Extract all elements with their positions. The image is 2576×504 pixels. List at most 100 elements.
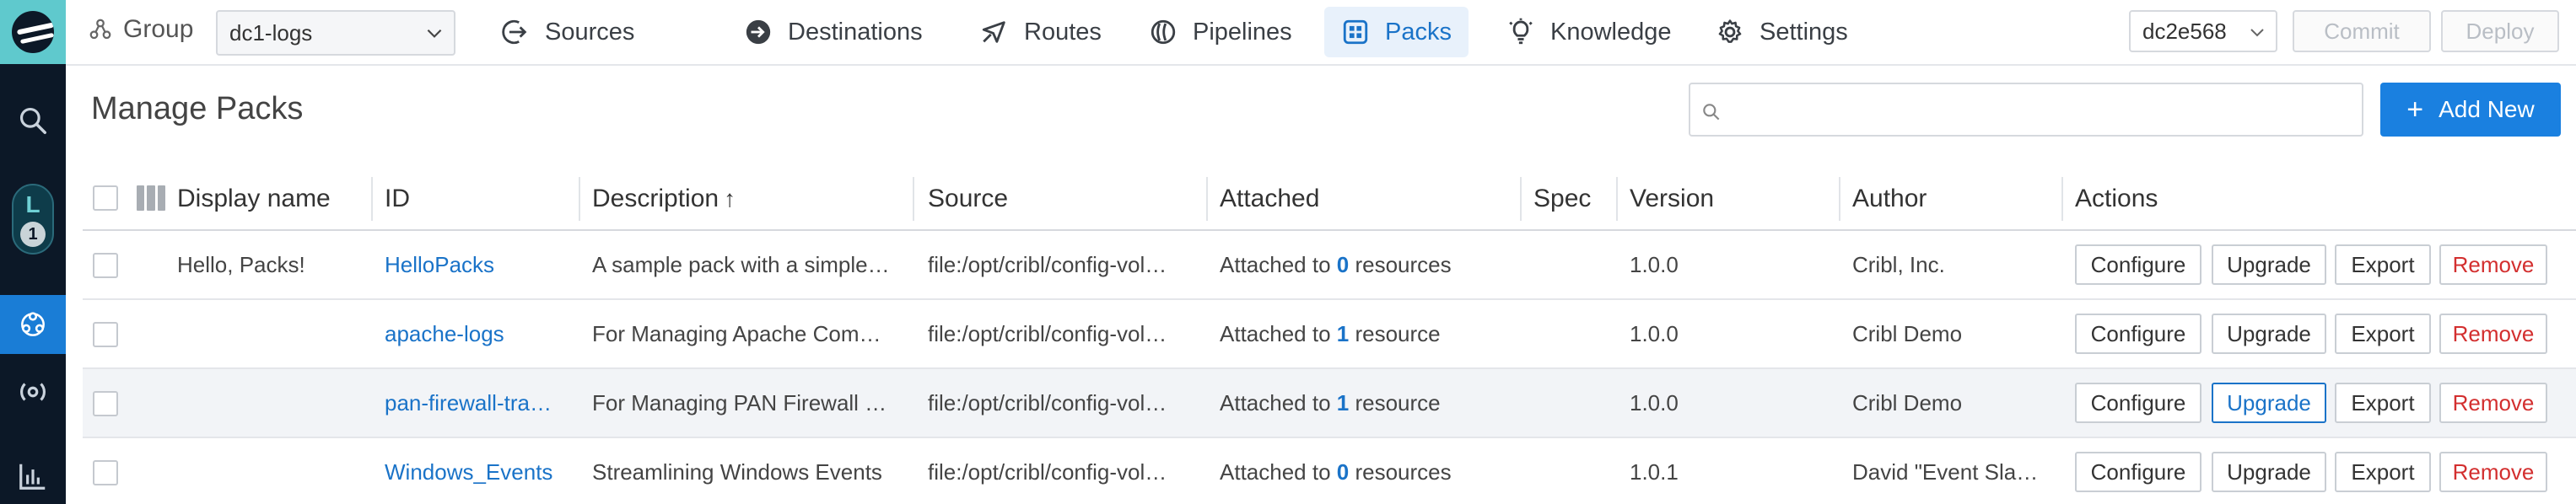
rail-user-avatar[interactable]: L 1 — [12, 184, 54, 255]
upgrade-button[interactable]: Upgrade — [2212, 383, 2326, 423]
cell-id-link[interactable]: HelloPacks — [385, 231, 572, 298]
export-button[interactable]: Export — [2335, 314, 2431, 354]
table-row[interactable]: apache-logs For Managing Apache Com… fil… — [83, 300, 2576, 369]
attached-count: 0 — [1336, 252, 1350, 277]
configure-button[interactable]: Configure — [2075, 452, 2201, 492]
cell-version: 1.0.0 — [1630, 252, 1679, 277]
cell-id-link[interactable]: pan-firewall-tra… — [385, 369, 572, 437]
add-new-label: Add New — [2439, 96, 2535, 122]
nav-pipelines-label: Pipelines — [1193, 18, 1292, 46]
cell-id-link[interactable]: apache-logs — [385, 300, 572, 367]
export-button[interactable]: Export — [2335, 452, 2431, 492]
cell-author: Cribl Demo — [1852, 321, 1963, 346]
attached-prefix: Attached to — [1220, 252, 1337, 277]
nav-settings-label: Settings — [1760, 18, 1848, 46]
cell-description: For Managing PAN Firewall … — [592, 390, 887, 416]
upgrade-button[interactable]: Upgrade — [2212, 452, 2326, 492]
col-attached[interactable]: Attached — [1220, 182, 1319, 216]
cell-author: Cribl, Inc. — [1852, 252, 1945, 277]
cell-source: file:/opt/cribl/config-vol… — [928, 321, 1167, 346]
nav-destinations[interactable]: Destinations — [727, 7, 940, 57]
search-icon — [19, 107, 46, 134]
cell-attached: Attached to 1 resource — [1220, 369, 1515, 437]
logo-icon — [12, 11, 54, 53]
nav-packs-label: Packs — [1385, 18, 1452, 46]
group-label-text: Group — [123, 15, 194, 43]
commit-version-select[interactable]: dc2e568 — [2129, 10, 2277, 52]
edge-signal-icon — [20, 383, 46, 401]
pipelines-icon — [1151, 19, 1176, 45]
group-label: Group — [88, 15, 193, 44]
col-source[interactable]: Source — [928, 182, 1008, 216]
commit-version-value: dc2e568 — [2142, 18, 2227, 44]
upgrade-button[interactable]: Upgrade — [2212, 314, 2326, 354]
chevron-down-icon — [427, 29, 442, 38]
nav-pipelines[interactable]: Pipelines — [1132, 7, 1309, 57]
col-spec[interactable]: Spec — [1533, 182, 1591, 216]
nav-knowledge[interactable]: Knowledge — [1490, 7, 1689, 57]
table-row[interactable]: pan-firewall-tra… For Managing PAN Firew… — [83, 369, 2576, 438]
remove-button[interactable]: Remove — [2439, 314, 2547, 354]
col-version[interactable]: Version — [1630, 182, 1714, 216]
cell-description: A sample pack with a simple… — [592, 252, 890, 277]
nav-routes[interactable]: Routes — [963, 7, 1118, 57]
col-id[interactable]: ID — [385, 182, 410, 216]
search-input[interactable] — [1689, 83, 2363, 137]
remove-button[interactable]: Remove — [2439, 244, 2547, 285]
routes-icon — [982, 21, 1005, 43]
attached-suffix: resource — [1349, 390, 1441, 416]
nav-sources-label: Sources — [545, 18, 635, 46]
gear-icon — [1718, 19, 1742, 43]
group-select[interactable]: dc1-logs — [216, 10, 455, 56]
packs-table: Display name ID Description ↑ Source Atta… — [83, 165, 2576, 504]
search-icon — [1703, 104, 1720, 121]
top-nav-bar: Group dc1-logs Sources Destinations Rout… — [66, 0, 2576, 66]
col-author[interactable]: Author — [1852, 182, 1927, 216]
attached-suffix: resources — [1349, 252, 1452, 277]
cell-attached: Attached to 1 resource — [1220, 300, 1515, 367]
col-display-name[interactable]: Display name — [177, 182, 331, 216]
rail-monitoring-button[interactable] — [0, 447, 66, 504]
add-new-button[interactable]: + Add New — [2380, 83, 2561, 137]
rail-edge-button[interactable] — [0, 362, 66, 421]
remove-button[interactable]: Remove — [2439, 383, 2547, 423]
configure-button[interactable]: Configure — [2075, 244, 2201, 285]
rail-stream-button[interactable] — [0, 295, 66, 354]
chevron-down-icon — [2250, 29, 2264, 37]
columns-toggle-icon[interactable] — [137, 185, 165, 211]
sort-ascending-icon: ↑ — [724, 185, 736, 212]
table-row[interactable]: Windows_Events Streamlining Windows Even… — [83, 438, 2576, 504]
cell-source: file:/opt/cribl/config-vol… — [928, 459, 1167, 485]
configure-button[interactable]: Configure — [2075, 314, 2201, 354]
cell-display-name: Hello, Packs! — [177, 252, 305, 277]
table-row[interactable]: Hello, Packs! HelloPacks A sample pack w… — [83, 231, 2576, 300]
col-description[interactable]: Description ↑ — [592, 182, 736, 216]
lightbulb-icon — [1509, 18, 1533, 45]
commit-button[interactable]: Commit — [2293, 10, 2431, 52]
export-button[interactable]: Export — [2335, 383, 2431, 423]
row-checkbox[interactable] — [93, 391, 118, 416]
rail-search-button[interactable] — [0, 91, 66, 150]
attached-prefix: Attached to — [1220, 321, 1337, 346]
cribl-logo[interactable] — [0, 0, 66, 64]
select-all-checkbox[interactable] — [93, 185, 118, 211]
export-button[interactable]: Export — [2335, 244, 2431, 285]
nav-settings[interactable]: Settings — [1699, 7, 1865, 57]
configure-button[interactable]: Configure — [2075, 383, 2201, 423]
nav-routes-label: Routes — [1024, 18, 1102, 46]
nav-packs[interactable]: Packs — [1324, 7, 1469, 57]
attached-prefix: Attached to — [1220, 390, 1337, 416]
row-checkbox[interactable] — [93, 460, 118, 485]
cell-id-link[interactable]: Windows_Events — [385, 438, 572, 504]
upgrade-button[interactable]: Upgrade — [2212, 244, 2326, 285]
attached-prefix: Attached to — [1220, 459, 1337, 485]
cell-spec — [1533, 369, 1609, 437]
nav-sources[interactable]: Sources — [484, 7, 651, 57]
page-title: Manage Packs — [91, 91, 304, 126]
remove-button[interactable]: Remove — [2439, 452, 2547, 492]
cell-display-name — [177, 300, 368, 367]
deploy-button[interactable]: Deploy — [2441, 10, 2559, 52]
row-checkbox[interactable] — [93, 253, 118, 278]
arrow-out-circle-icon — [746, 19, 771, 45]
row-checkbox[interactable] — [93, 322, 118, 347]
